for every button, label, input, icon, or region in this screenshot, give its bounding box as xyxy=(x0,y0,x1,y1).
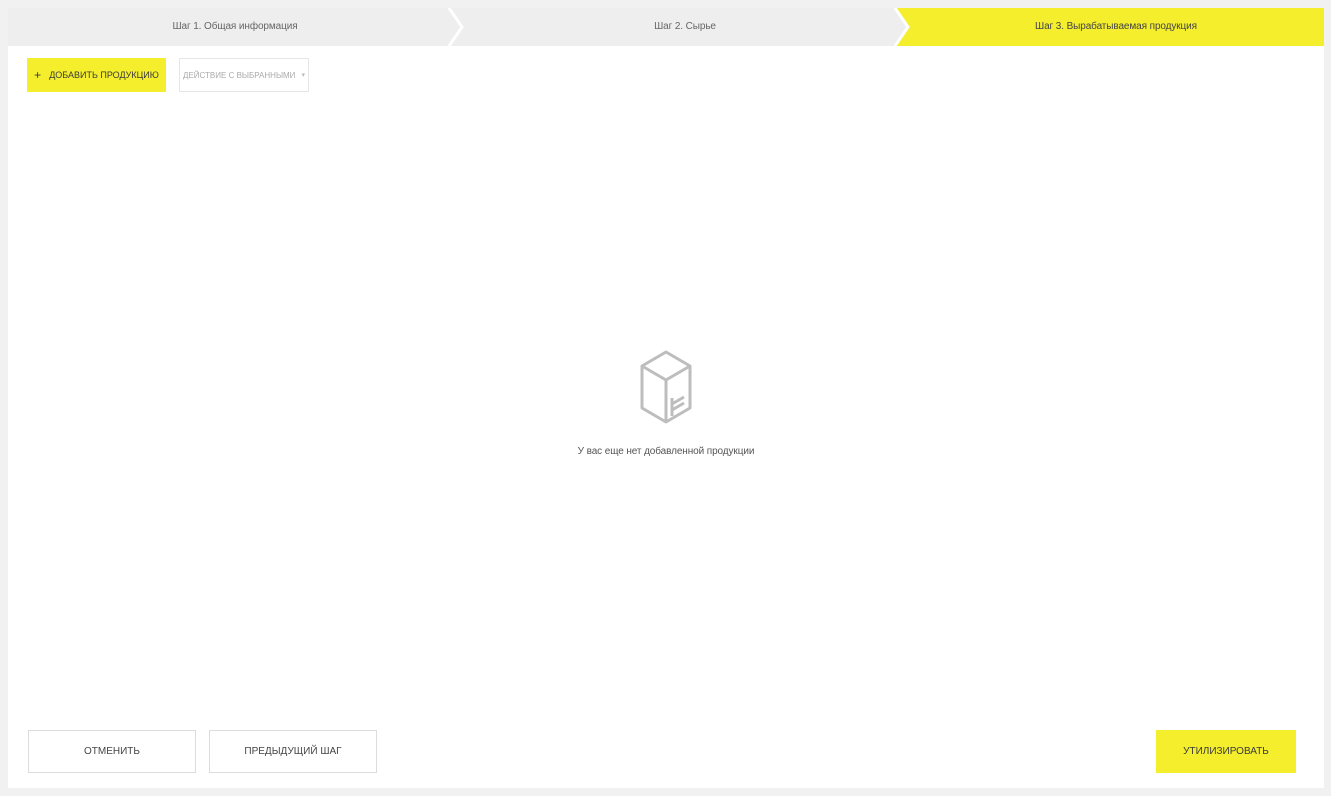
cancel-button[interactable]: Отменить xyxy=(28,730,196,773)
add-product-button[interactable]: + Добавить продукцию xyxy=(27,58,166,92)
step-2[interactable]: Шаг 2. Сырье xyxy=(462,8,908,46)
add-product-label: Добавить продукцию xyxy=(49,70,159,80)
empty-state: У вас еще нет добавленной продукции xyxy=(8,348,1324,457)
page-frame: Шаг 1. Общая информация Шаг 2. Сырье Шаг… xyxy=(8,8,1324,788)
box-icon xyxy=(640,350,692,424)
previous-step-button[interactable]: Предыдущий шаг xyxy=(209,730,377,773)
stepper: Шаг 1. Общая информация Шаг 2. Сырье Шаг… xyxy=(8,8,1324,46)
bulk-actions-dropdown[interactable]: Действие с выбранными ▾ xyxy=(179,58,309,92)
bulk-actions-label: Действие с выбранными xyxy=(183,70,296,80)
plus-icon: + xyxy=(34,68,42,82)
step-3[interactable]: Шаг 3. Вырабатываемая продукция xyxy=(908,8,1324,46)
step-1[interactable]: Шаг 1. Общая информация xyxy=(8,8,462,46)
chevron-down-icon: ▾ xyxy=(301,72,305,79)
empty-state-message: У вас еще нет добавленной продукции xyxy=(577,446,755,457)
dispose-button[interactable]: Утилизировать xyxy=(1156,730,1296,773)
